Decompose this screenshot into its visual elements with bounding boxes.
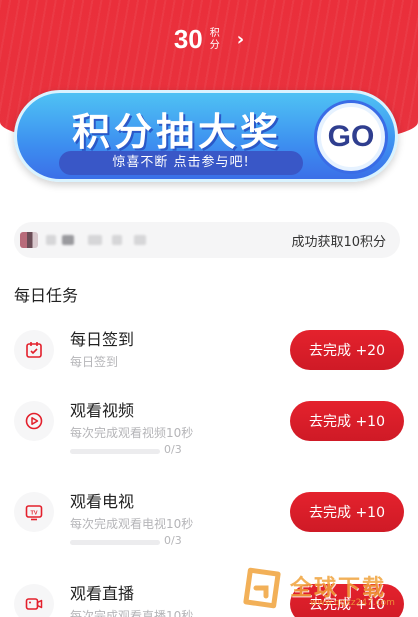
lottery-banner[interactable]: 积分抽大奖 惊喜不断 点击参与吧! GO bbox=[14, 90, 398, 182]
task-progress-count: 0/3 bbox=[164, 443, 182, 456]
watermark-logo-icon bbox=[243, 567, 281, 609]
task-name: 每日签到 bbox=[70, 330, 135, 349]
task-description: 每次完成观看电视10秒 bbox=[70, 517, 194, 531]
task-progress-bar bbox=[70, 540, 160, 545]
notice-message: 成功获取10积分 bbox=[291, 235, 386, 250]
task-name: 观看电视 bbox=[70, 492, 135, 511]
task-description: 每日签到 bbox=[70, 355, 119, 369]
blurred-username bbox=[46, 235, 56, 245]
watermark-url: www.qqxz247.com bbox=[310, 598, 395, 608]
calendar-check-icon bbox=[14, 330, 54, 370]
play-circle-icon bbox=[14, 401, 54, 441]
complete-checkin-button[interactable]: 去完成 +20 bbox=[290, 330, 404, 370]
chevron-right-icon[interactable]: › bbox=[237, 29, 244, 50]
section-title-daily-tasks: 每日任务 bbox=[14, 286, 79, 305]
complete-watch-video-button[interactable]: 去完成 +10 bbox=[290, 401, 404, 441]
blurred-username bbox=[88, 235, 102, 245]
blurred-username bbox=[134, 235, 146, 245]
task-item-watch-tv: TV 观看电视 每次完成观看电视10秒 0/3 去完成 +10 bbox=[14, 488, 404, 558]
points-unit: 积分 bbox=[209, 27, 220, 51]
task-name: 观看直播 bbox=[70, 584, 135, 603]
task-item-checkin: 每日签到 每日签到 去完成 +20 bbox=[14, 326, 404, 376]
points-summary[interactable]: 30 积分 › bbox=[0, 24, 418, 55]
go-button[interactable]: GO bbox=[317, 103, 385, 171]
task-name: 观看视频 bbox=[70, 401, 135, 420]
task-item-watch-video: 观看视频 每次完成观看视频10秒 0/3 去完成 +10 bbox=[14, 397, 404, 467]
points-value: 30 bbox=[173, 24, 203, 54]
task-progress-count: 0/3 bbox=[164, 534, 182, 547]
banner-title: 积分抽大奖 bbox=[71, 110, 282, 154]
avatar bbox=[20, 232, 38, 248]
watermark: 全球下载 www.qqxz247.com bbox=[240, 566, 418, 612]
task-description: 每次完成观看直播10秒 bbox=[70, 609, 194, 617]
video-camera-icon bbox=[14, 584, 54, 617]
blurred-username bbox=[62, 235, 74, 245]
complete-watch-tv-button[interactable]: 去完成 +10 bbox=[290, 492, 404, 532]
tv-icon: TV bbox=[14, 492, 54, 532]
task-progress-bar bbox=[70, 449, 160, 454]
banner-subtitle: 惊喜不断 点击参与吧! bbox=[59, 151, 303, 175]
notice-bar: 成功获取10积分 bbox=[14, 222, 400, 258]
blurred-username bbox=[112, 235, 122, 245]
task-description: 每次完成观看视频10秒 bbox=[70, 426, 194, 440]
svg-text:TV: TV bbox=[30, 510, 37, 516]
